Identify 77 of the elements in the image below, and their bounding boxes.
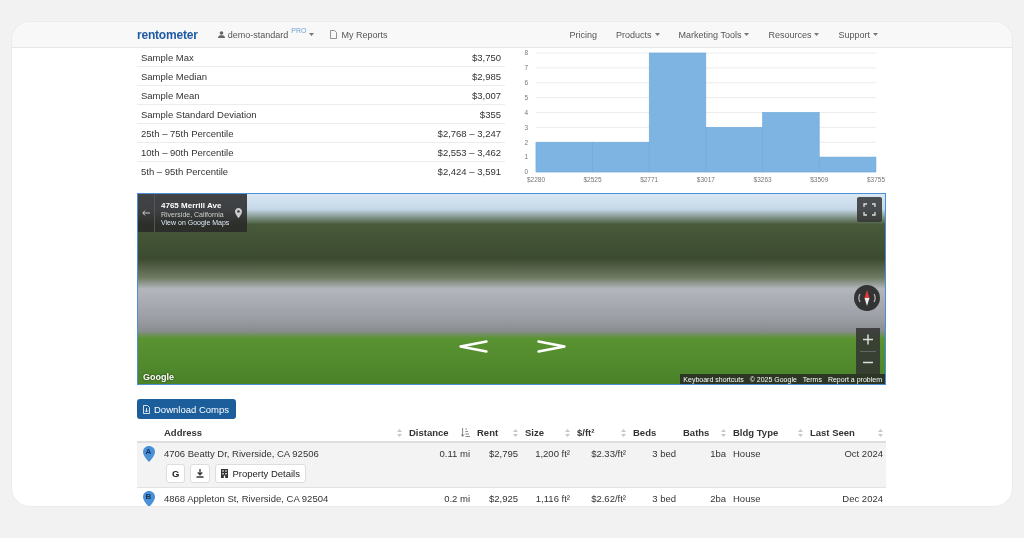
download-icon bbox=[196, 469, 205, 478]
download-comps-button[interactable]: Download Comps bbox=[137, 399, 236, 419]
caret-icon bbox=[654, 33, 660, 36]
column-header[interactable]: Bldg Type bbox=[729, 427, 806, 438]
my-reports-link[interactable]: My Reports bbox=[330, 29, 388, 40]
table-cell-text: 3 bed bbox=[651, 492, 677, 504]
column-header[interactable]: Size bbox=[521, 427, 573, 438]
stat-label: 25th – 75th Percentile bbox=[141, 127, 234, 139]
stat-label: 10th – 90th Percentile bbox=[141, 146, 234, 158]
stat-value: $2,424 – 3,591 bbox=[437, 166, 501, 177]
table-cell-text: 2ba bbox=[709, 492, 727, 504]
table-cell-text: 4868 Appleton St, Riverside, CA 92504 bbox=[163, 492, 330, 504]
back-arrow-icon[interactable] bbox=[142, 210, 150, 216]
download-button[interactable] bbox=[190, 464, 211, 483]
stat-label: 5th – 95th Percentile bbox=[141, 166, 229, 177]
map-marker[interactable]: B bbox=[142, 491, 155, 506]
table-cell-text: Dec 2024 bbox=[841, 492, 884, 504]
table-cell-text: $2.33/ft² bbox=[590, 447, 627, 459]
caret-icon bbox=[309, 33, 315, 36]
file-download-icon bbox=[143, 404, 150, 414]
table-cell-text: 1,116 ft² bbox=[534, 492, 571, 504]
table-cell-text: $2.62/ft² bbox=[590, 492, 627, 504]
google-button[interactable]: G bbox=[166, 464, 186, 483]
column-header[interactable]: Distance bbox=[405, 427, 473, 438]
sort-ascending-icon[interactable] bbox=[461, 428, 470, 437]
nav-link[interactable]: Products bbox=[616, 29, 660, 40]
nav-link[interactable]: Resources bbox=[768, 29, 820, 40]
table-cell-text: House bbox=[732, 447, 762, 459]
google-logo: Google bbox=[143, 372, 174, 382]
table-cell-text: 3 bed bbox=[651, 447, 677, 459]
table-row[interactable]: A 4706 Beatty Dr, Riverside, CA 92506 0.11 mi $2,795 1,200 ft² $2.33/ft² 3 bed 1ba House Oct 2024 G Property Details bbox=[137, 443, 886, 488]
location-address: 4765 Merrill Ave bbox=[161, 200, 223, 210]
nav-link[interactable]: Support bbox=[838, 29, 878, 40]
stat-value: $355 bbox=[479, 108, 501, 120]
caret-icon bbox=[814, 33, 820, 36]
table-cell-text: Oct 2024 bbox=[843, 447, 884, 459]
stat-label: Sample Standard Deviation bbox=[141, 108, 257, 120]
stat-value: $2,553 – 3,462 bbox=[437, 146, 501, 158]
zoom-in-icon[interactable] bbox=[856, 328, 880, 351]
nav-link[interactable]: Marketing Tools bbox=[678, 29, 750, 40]
document-icon bbox=[330, 30, 338, 39]
stat-label: Sample Max bbox=[141, 51, 194, 63]
property-details-button[interactable]: Property Details bbox=[215, 464, 306, 483]
caret-icon bbox=[744, 33, 750, 36]
table-cell-text: House bbox=[732, 492, 762, 504]
column-header[interactable]: Last Seen bbox=[806, 427, 886, 438]
fullscreen-icon[interactable] bbox=[857, 197, 882, 222]
column-header[interactable]: Rent bbox=[473, 427, 521, 438]
stat-value: $3,007 bbox=[471, 89, 501, 101]
chevron-left-icon[interactable] bbox=[458, 340, 488, 353]
column-header[interactable]: Baths bbox=[679, 427, 729, 438]
nav-link[interactable]: Pricing bbox=[569, 29, 598, 40]
building-icon bbox=[221, 469, 229, 478]
table-cell-text: 4706 Beatty Dr, Riverside, CA 92506 bbox=[163, 447, 320, 459]
stat-value: $2,985 bbox=[471, 70, 501, 82]
map-pin-icon[interactable] bbox=[235, 208, 243, 218]
stat-value: $3,750 bbox=[471, 51, 501, 63]
stat-label: Sample Median bbox=[141, 70, 207, 82]
table-cell-text: $2,925 bbox=[487, 492, 519, 504]
map-marker[interactable]: A bbox=[142, 446, 155, 462]
histogram-bar bbox=[535, 141, 593, 173]
column-header[interactable]: $/ft² bbox=[573, 427, 629, 438]
column-header[interactable]: Address bbox=[160, 427, 405, 438]
table-cell-text: 1,200 ft² bbox=[534, 447, 571, 459]
stat-value: $2,768 – 3,247 bbox=[437, 127, 501, 139]
table-cell-text: 0.2 mi bbox=[443, 492, 471, 504]
compass-icon[interactable] bbox=[854, 285, 880, 311]
table-cell-text: 0.11 mi bbox=[438, 447, 471, 459]
table-row[interactable]: B 4868 Appleton St, Riverside, CA 92504 0.2 mi $2,925 1,116 ft² $2.62/ft² 3 bed 2ba House Dec 2024 bbox=[137, 488, 886, 506]
stat-label: Sample Mean bbox=[141, 89, 200, 101]
person-icon bbox=[217, 31, 225, 38]
logo[interactable]: rentometer bbox=[137, 27, 198, 42]
table-cell-text: 1ba bbox=[709, 447, 727, 459]
column-header[interactable]: Beds bbox=[629, 427, 679, 438]
caret-icon bbox=[873, 33, 878, 36]
chevron-right-icon[interactable] bbox=[537, 340, 567, 353]
table-cell-text: $2,795 bbox=[487, 447, 519, 459]
